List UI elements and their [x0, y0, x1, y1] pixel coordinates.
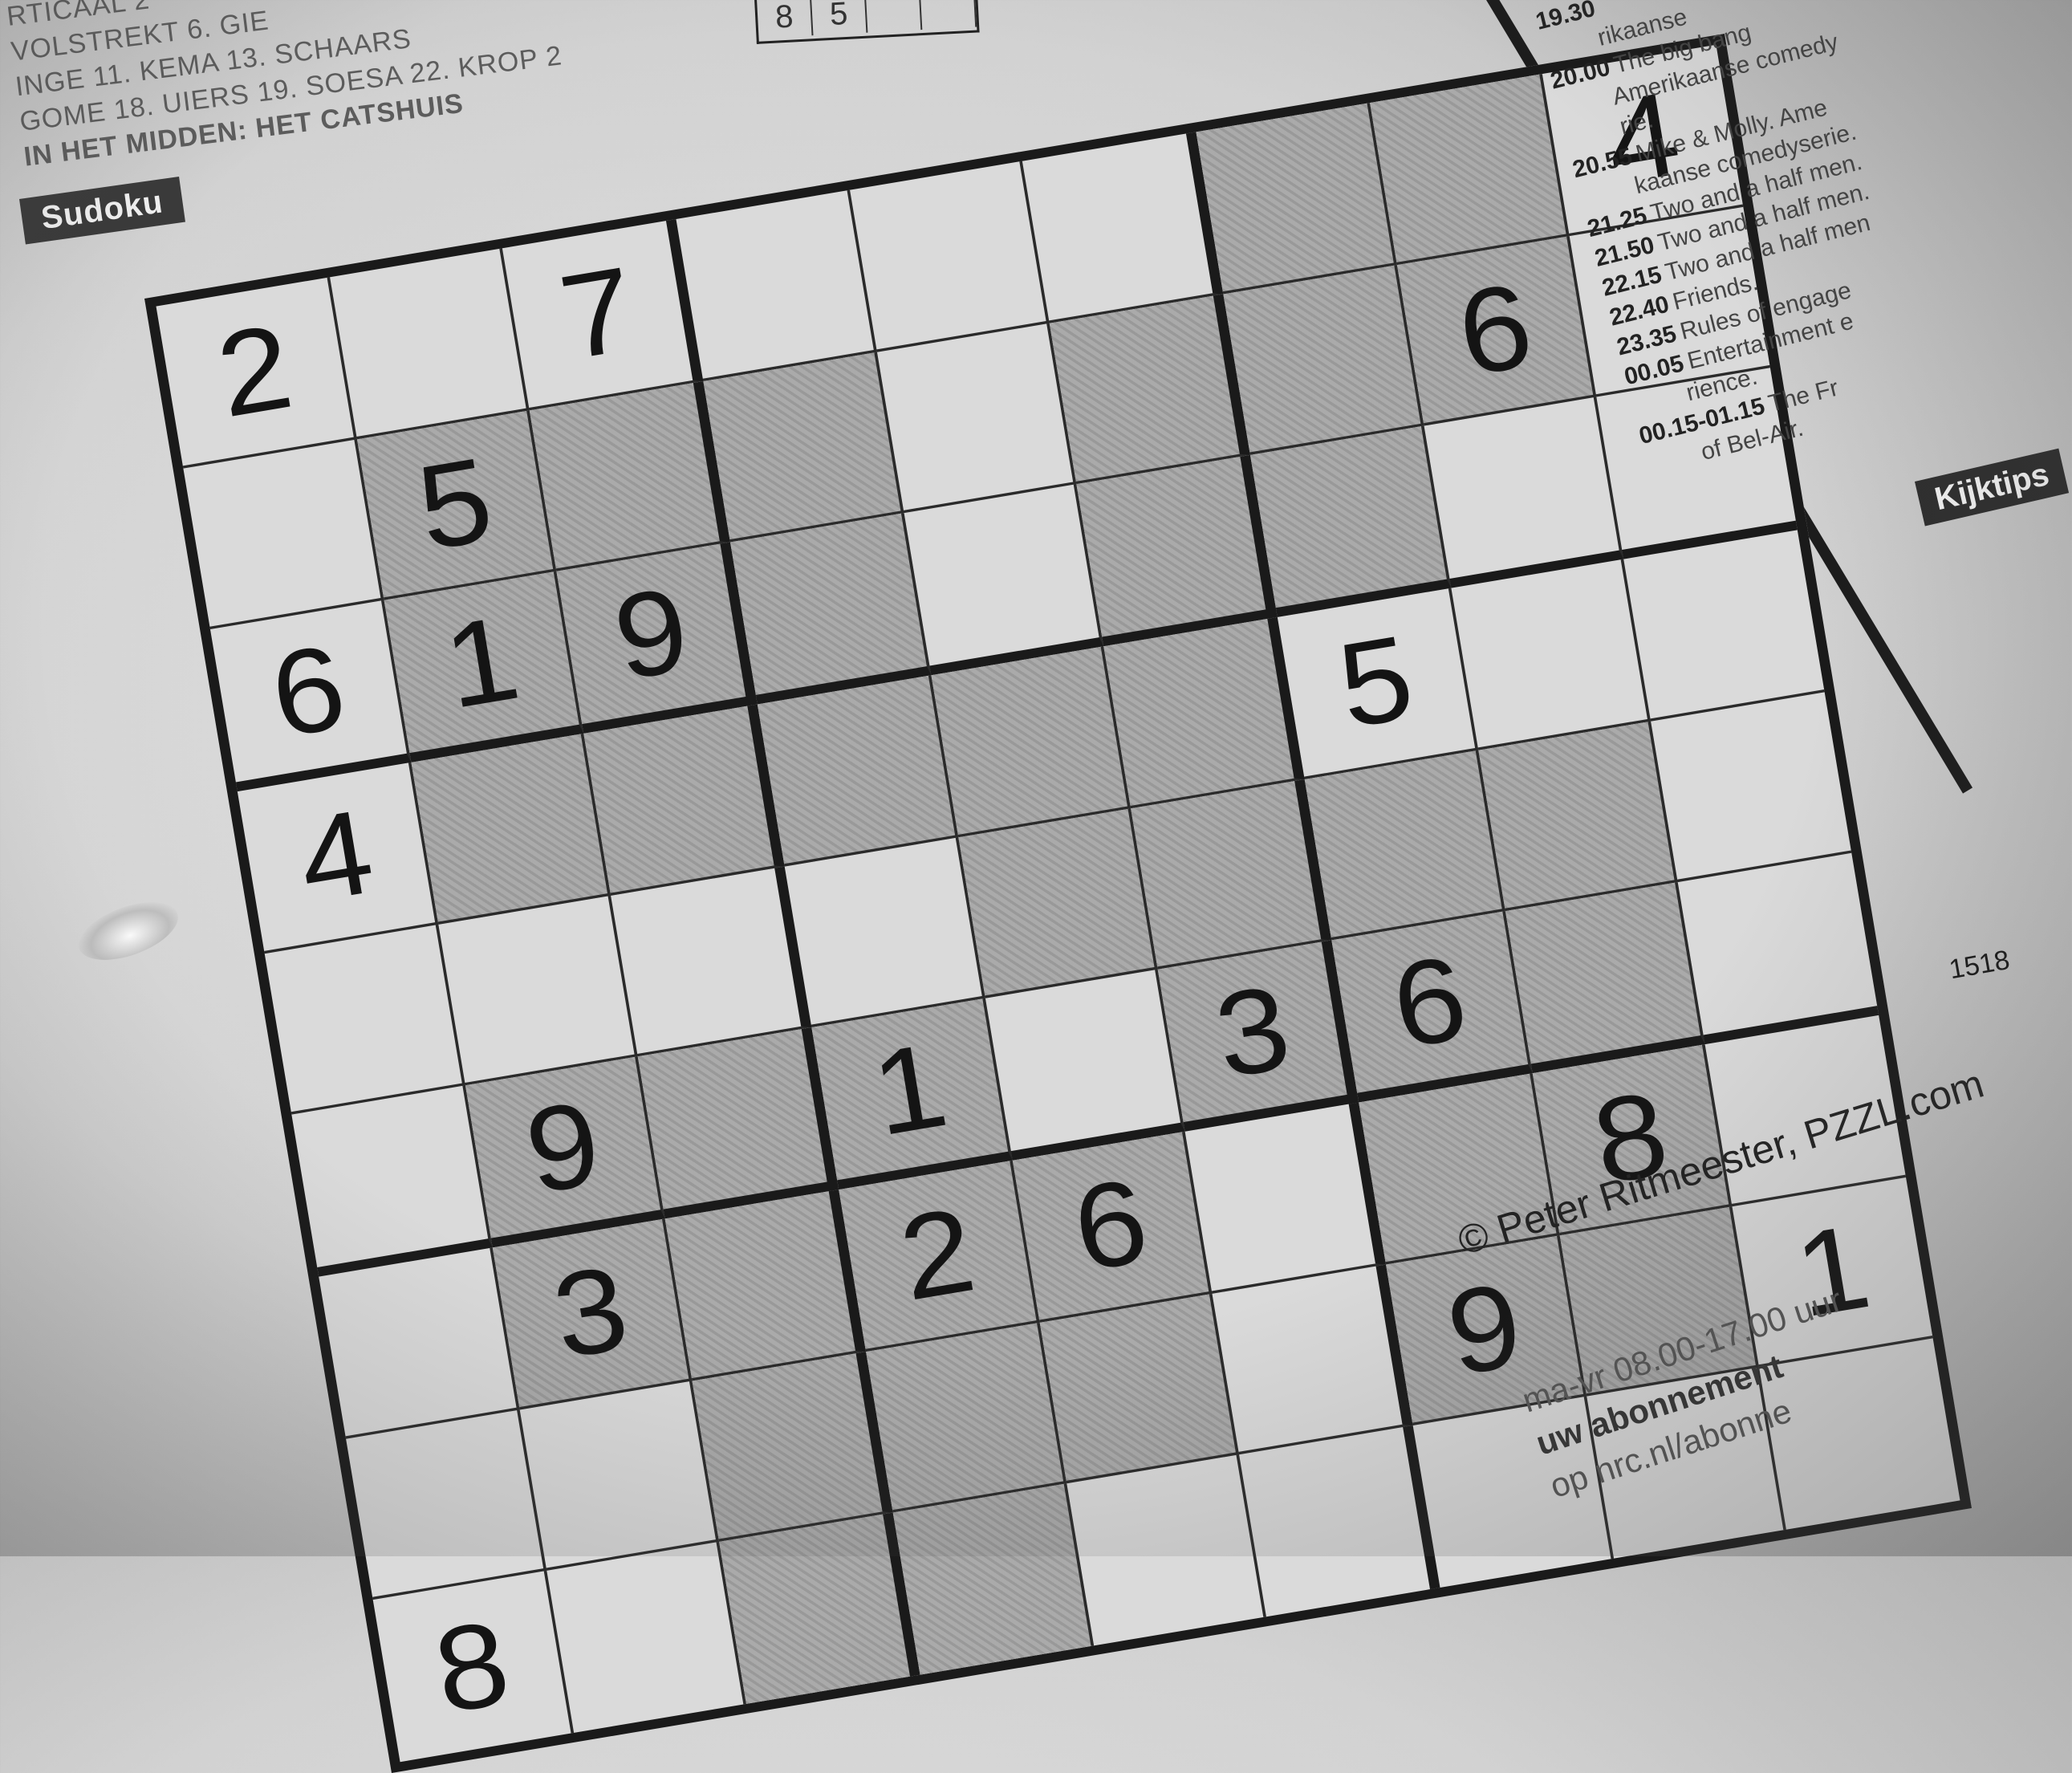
- sudoku-cell: [1223, 264, 1424, 456]
- sudoku-cell: [264, 924, 465, 1116]
- sudoku-cell: [703, 352, 904, 543]
- sudoku-cell: [183, 438, 384, 630]
- mini-grid-cell: 8: [754, 0, 814, 39]
- sudoku-cell: [1050, 293, 1250, 485]
- sudoku-cell: [784, 836, 985, 1028]
- sudoku-cell: [876, 323, 1078, 514]
- sudoku-cell: [1304, 750, 1505, 941]
- sudoku-cell: [1423, 397, 1624, 588]
- sudoku-cell: 5: [1277, 588, 1478, 779]
- mini-grid-cell: 5: [809, 0, 868, 36]
- sudoku-cell: [518, 1380, 720, 1572]
- sudoku-cell: [583, 704, 785, 896]
- sudoku-cell: [1103, 616, 1305, 808]
- solutions-text: RTICAAL 2 VOLSTREKT 6. GIE INGE 11. KEMA…: [0, 0, 595, 175]
- sudoku-cell: [676, 189, 877, 381]
- mini-grid-cell: [918, 0, 977, 30]
- sudoku-cell: [1185, 1102, 1386, 1294]
- sudoku-cell: [1651, 691, 1852, 883]
- sudoku-cell: [345, 1409, 546, 1600]
- sudoku-cell: [719, 1513, 920, 1704]
- mini-grid-cell: [863, 0, 923, 33]
- sudoku-cell: [1038, 1293, 1240, 1484]
- sudoku-cell: [757, 675, 958, 867]
- sudoku-cell: [1505, 882, 1706, 1074]
- sudoku-label: Sudoku: [19, 177, 185, 245]
- kijktips-label: Kijktips: [1915, 448, 2070, 527]
- sudoku-cell: [865, 1322, 1066, 1514]
- sudoku-cell: [319, 1247, 519, 1439]
- sudoku-cell: 1: [384, 571, 584, 762]
- sudoku-cell: 6: [1331, 911, 1533, 1103]
- sudoku-cell: [611, 866, 812, 1057]
- sudoku-cell: [1623, 530, 1825, 722]
- sudoku-cell: [410, 733, 611, 925]
- sudoku-cell: [692, 1351, 893, 1543]
- sudoku-cell: [1131, 779, 1332, 970]
- sudoku-cell: 6: [210, 600, 411, 792]
- sudoku-cell: 3: [1158, 940, 1359, 1132]
- sudoku-cell: [1450, 559, 1652, 750]
- sudoku-cell: [546, 1542, 747, 1733]
- sudoku-cell: [437, 895, 639, 1086]
- sudoku-cell: [1212, 1263, 1413, 1455]
- sudoku-cell: [1477, 721, 1679, 912]
- sudoku-cell: 7: [502, 218, 704, 410]
- newspaper-page: RTICAAL 2 VOLSTREKT 6. GIE INGE 11. KEMA…: [0, 0, 2072, 1773]
- sudoku-cell: [1678, 853, 1879, 1045]
- sudoku-cell: [730, 513, 931, 705]
- sudoku-cell: 1: [811, 998, 1013, 1190]
- sudoku-cell: [291, 1085, 493, 1277]
- sudoku-cell: [1196, 103, 1397, 294]
- sudoku-cell: [665, 1189, 866, 1381]
- puzzle-number: 1518: [1947, 944, 2013, 986]
- sudoku-cell: [892, 1483, 1094, 1675]
- sudoku-cell: 9: [465, 1056, 666, 1248]
- sudoku-cell: [957, 807, 1159, 999]
- sudoku-cell: 2: [839, 1160, 1039, 1352]
- sudoku-cell: [1022, 132, 1224, 323]
- sudoku-cell: [985, 970, 1186, 1161]
- sudoku-cell: 5: [356, 409, 558, 601]
- mini-solution-grid: 8 5: [753, 0, 980, 44]
- sudoku-cell: [930, 646, 1131, 837]
- water-drop: [71, 890, 186, 972]
- sudoku-cell: [1369, 73, 1570, 265]
- sudoku-cell: [1239, 1425, 1440, 1617]
- sudoku-cell: 9: [557, 543, 758, 734]
- sudoku-cell: 3: [492, 1218, 693, 1409]
- sudoku-cell: 8: [372, 1571, 574, 1763]
- sudoku-cell: 4: [237, 762, 438, 954]
- sudoku-cell: [638, 1027, 839, 1219]
- sudoku-cell: [849, 161, 1050, 352]
- sudoku-cell: [1077, 455, 1278, 647]
- sudoku-cell: [904, 484, 1104, 676]
- sudoku-cell: 6: [1396, 235, 1597, 427]
- sudoku-cell: [530, 380, 731, 572]
- sudoku-cell: 2: [156, 277, 357, 469]
- sudoku-cell: [329, 248, 530, 439]
- sudoku-cell: [1249, 426, 1451, 617]
- sudoku-cell: 6: [1012, 1131, 1213, 1323]
- sudoku-cell: [1066, 1454, 1267, 1646]
